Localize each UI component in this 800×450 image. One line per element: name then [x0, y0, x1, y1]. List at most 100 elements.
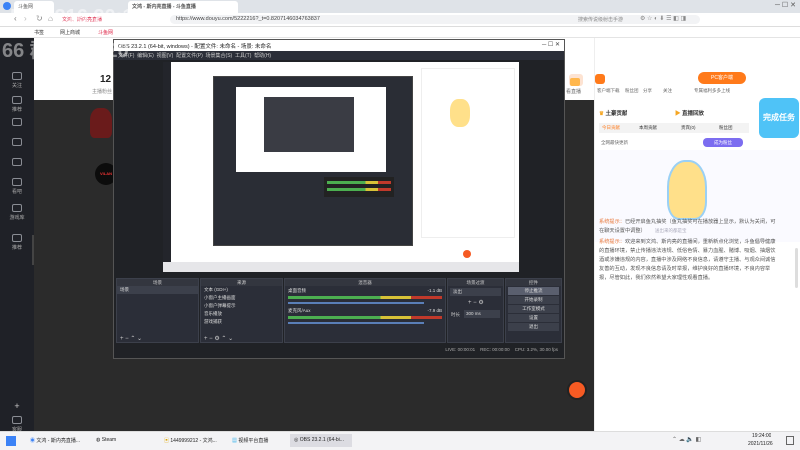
source-item[interactable]: 游戏捕获 [201, 318, 282, 326]
search-hint[interactable]: 搜索传说级射击手游 [578, 16, 623, 23]
tab-week[interactable]: 本周贡献 [639, 125, 657, 131]
volume-slider[interactable] [288, 302, 424, 304]
scene-item[interactable]: 场景 [117, 286, 198, 294]
preview-inner-obs [213, 76, 413, 246]
exit-button[interactable]: 退出 [508, 323, 559, 331]
streamer-avatar[interactable] [90, 108, 112, 138]
taskbar-item-active[interactable]: ◎ OBS 23.2.1 (64-bi... [290, 434, 352, 447]
download-label: 客户端下载 [597, 88, 620, 93]
sidebar-item-more[interactable]: 推荐 [0, 234, 34, 251]
source-item[interactable]: 小窗户弹幕提示 [201, 302, 282, 310]
start-button[interactable] [6, 436, 16, 446]
grid-icon [12, 118, 22, 126]
obs-app-icon: ◎ [294, 437, 299, 443]
sources-dock: 来源 文本 (GDI+) 小窗户主播画面 小窗户弹幕提示 音乐播放 游戏捕获 +… [200, 278, 283, 343]
video-app-icon: ▦ [232, 438, 238, 444]
preview-taskbar [163, 262, 519, 272]
stop-streaming-button[interactable]: 停止推流 [508, 287, 559, 295]
tab-fansclub[interactable]: 粉丝团 [719, 125, 733, 131]
fire-icon [12, 234, 22, 242]
pc-client-icon[interactable] [595, 74, 605, 84]
sources-title: 来源 [201, 279, 282, 286]
menu-scenes[interactable]: 场景集合(S) [206, 53, 233, 59]
menu-help[interactable]: 帮助(H) [254, 53, 271, 59]
obs-menu-bar: 文件(F) 编辑(E) 视图(V) 配置文件(P) 场景集合(S) 工具(T) … [114, 51, 564, 60]
sidebar-add-button[interactable]: + [0, 401, 34, 411]
duration-label: 时长 [451, 312, 460, 317]
pc-client-sub: 专属福利多多上线 [694, 88, 730, 93]
taskbar-item[interactable]: ◉ 文鸿 - 斯内亮直播... [26, 434, 86, 447]
tab-today[interactable]: 今日贡献 [602, 125, 620, 131]
left-sidebar: 关注 推荐 看吧 游戏库 推荐 + 客服 [0, 38, 34, 433]
scenes-toolbar[interactable]: + − ⌃ ⌄ [120, 335, 142, 342]
source-item[interactable]: 小窗户主播画面 [201, 294, 282, 302]
transition-toolbar[interactable]: + − ⚙ [468, 299, 484, 306]
contribution-header: ♛ 土豪贡献 [599, 111, 628, 117]
right-panel: 客户端下载 粉丝团 分享 关注 PC客户端 专属福利多多上线 ♛ 土豪贡献 ▶ … [594, 38, 800, 431]
gift-ball-icon[interactable] [567, 380, 587, 400]
studio-mode-button[interactable]: 工作室模式 [508, 305, 559, 313]
chat-scrollbar[interactable] [795, 248, 798, 288]
top-share-icon[interactable] [570, 78, 580, 86]
menu-profile[interactable]: 配置文件(P) [176, 53, 203, 59]
source-item[interactable]: 文本 (GDI+) [201, 286, 282, 294]
sidebar-item-category[interactable] [0, 118, 34, 128]
obs-title-bar[interactable]: OBS 23.2.1 (64-bit, windows) - 配置文件: 未命名… [114, 40, 564, 51]
browser-toolbar-icons[interactable]: ⚙ ☆ ◐ ⬇ ☰ ◧ ◨ [640, 15, 686, 22]
window-controls[interactable]: ─ ☐ ✕ [775, 1, 796, 9]
sidebar-item-gamelib[interactable]: 游戏库 [0, 204, 34, 221]
menu-edit[interactable]: 编辑(E) [137, 53, 154, 59]
scenes-dock: 场景 场景 + − ⌃ ⌄ [116, 278, 199, 343]
tray-icons[interactable]: ⌃ ☁ 🔈 ◧ [672, 436, 701, 443]
follow-label[interactable]: 关注 [663, 88, 672, 94]
replay-header[interactable]: ▶ 直播回放 [675, 109, 704, 117]
crown-icon: ♛ [599, 111, 604, 117]
sidebar-item-recommend[interactable]: 推荐 [0, 96, 34, 113]
gamepad-icon [12, 204, 22, 212]
volume-slider[interactable] [288, 322, 424, 324]
volume-meter [288, 296, 442, 299]
source-item[interactable]: 音乐播放 [201, 310, 282, 318]
transition-select[interactable]: 淡出 [450, 288, 501, 296]
taskbar-item[interactable]: ▣ 1449999212 - 文鸿... [160, 434, 226, 447]
clock-date[interactable]: 2021/11/26 [748, 441, 773, 447]
obs-status-bar: LIVE: 00:00:01 REC: 00:00:00 CPU: 3.2%, … [114, 343, 564, 358]
duration-input[interactable]: 300 ms [464, 310, 500, 318]
become-fan-button[interactable]: 成为粉丝 [703, 138, 743, 147]
mixer-channel-name: 桌面音频 [288, 288, 306, 293]
stream-watermark: 5222216 20:1 [10, 6, 134, 28]
chat-area: 系统提示：已经开启鱼丸抽奖（鱼丸抽奖可在播放器上显示，默认为关闭，可在聊天设置中… [599, 218, 777, 328]
search-icon [12, 138, 22, 146]
room-icon-label: 看直播 [566, 89, 582, 95]
obs-preview[interactable] [163, 62, 519, 272]
controls-dock: 控件 停止推流 开始录制 工作室模式 设置 退出 [505, 278, 562, 343]
sidebar-item-bar[interactable]: 看吧 [0, 178, 34, 195]
fans-club-label[interactable]: 粉丝团 [625, 88, 639, 94]
icon-row: 客户端下载 粉丝团 分享 关注 PC客户端 专属福利多多上线 [595, 70, 800, 96]
notification-icon[interactable] [786, 436, 794, 445]
sidebar-item-game[interactable] [0, 158, 34, 168]
sidebar-item-follow[interactable]: 关注 [0, 72, 34, 89]
steam-icon: ◍ [96, 437, 101, 443]
obs-window: OBS 23.2.1 (64-bit, windows) - 配置文件: 未命名… [113, 39, 565, 359]
menu-tools[interactable]: 工具(T) [235, 53, 251, 59]
taskbar-item[interactable]: ▦ 视频平台直播 [228, 434, 288, 447]
preview-right-page [421, 68, 515, 238]
sources-toolbar[interactable]: + − ⚙ ⌃ ⌄ [204, 335, 233, 342]
obs-window-controls[interactable]: ─ ☐ ✕ [542, 41, 560, 48]
tab-vip[interactable]: 贵宾(0) [681, 125, 696, 131]
stream-watermark-group: 66 群: 642120 [2, 40, 129, 62]
task-promo-badge[interactable]: 完成任务 [759, 98, 799, 138]
pc-client-button[interactable]: PC客户端 [698, 72, 746, 84]
settings-button[interactable]: 设置 [508, 314, 559, 322]
start-recording-button[interactable]: 开始录制 [508, 296, 559, 304]
menu-view[interactable]: 视图(V) [157, 53, 174, 59]
browser-tab-active[interactable]: 文鸿 - 斯内亮直播 - 斗鱼直播 [128, 1, 238, 13]
sidebar-item-live[interactable] [0, 138, 34, 148]
transitions-title: 场景过渡 [448, 279, 503, 286]
clock-time[interactable]: 19:24:00 [752, 433, 771, 439]
status-live: LIVE: 00:00:01 [445, 347, 476, 352]
browser-app-icon: ◉ [30, 438, 36, 444]
share-label[interactable]: 分享 [643, 88, 652, 94]
taskbar-item[interactable]: ◍ Steam [92, 434, 147, 447]
